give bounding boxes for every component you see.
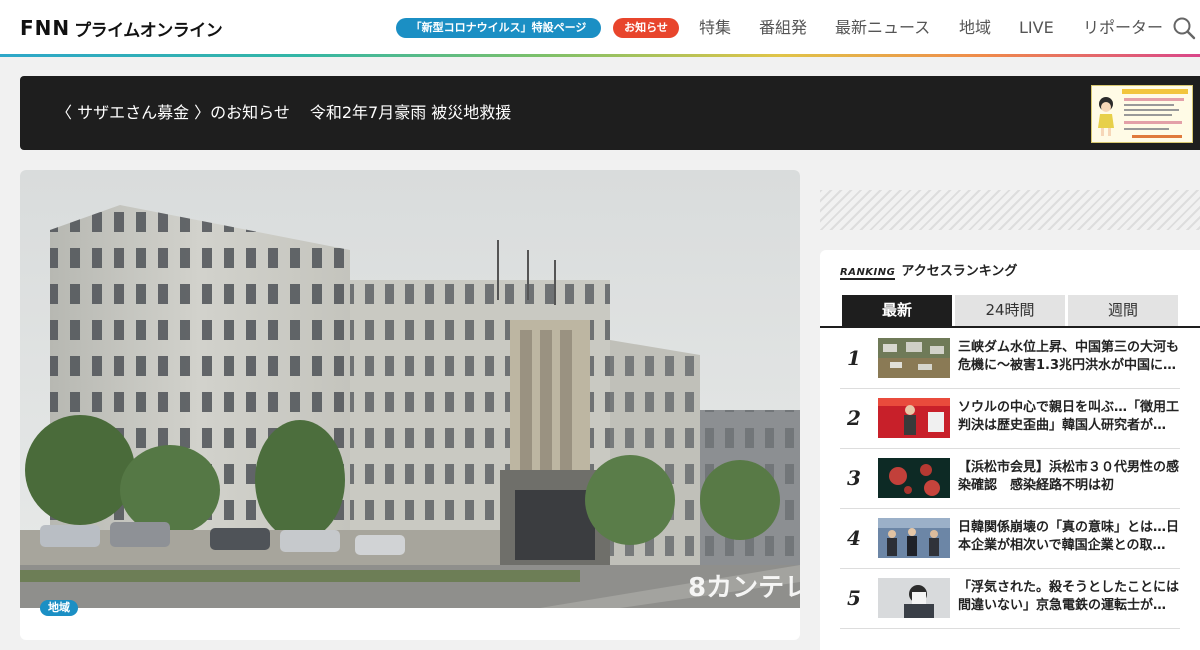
corona-special-page-button[interactable]: 「新型コロナウイルス」特設ページ bbox=[396, 18, 601, 38]
tab-latest[interactable]: 最新 bbox=[842, 295, 952, 326]
ranking-item[interactable]: 5 「浮気された。殺そうとしたことには間違いない」京急電鉄の運転士が… bbox=[840, 568, 1180, 629]
ranking-logo: RANKING bbox=[840, 267, 896, 280]
ranking-thumbnail bbox=[878, 398, 950, 438]
banner-title: 〈 サザエさん募金 〉のお知らせ bbox=[56, 103, 290, 122]
rank-number: 4 bbox=[847, 526, 861, 550]
header-color-bar bbox=[0, 54, 1200, 57]
broadcaster-watermark: 8カンテレ bbox=[688, 573, 800, 603]
ranking-item[interactable]: 2 ソウルの中心で親日を叫ぶ…「徴用工判決は歴史歪曲」韓国人研究者が… bbox=[840, 388, 1180, 449]
ranking-item[interactable]: 1 三峡ダム水位上昇、中国第三の大河も危機に～被害1.3兆円洪水が中国に… bbox=[840, 328, 1180, 389]
ranking-item-title: ソウルの中心で親日を叫ぶ…「徴用工判決は歴史歪曲」韓国人研究者が… bbox=[958, 400, 1180, 433]
site-logo[interactable]: FNN プライムオンライン bbox=[20, 16, 223, 41]
nav-live[interactable]: LIVE bbox=[1019, 18, 1054, 38]
ranking-thumbnail bbox=[878, 458, 950, 498]
hero-image: 8カンテレ bbox=[20, 170, 800, 608]
nav-features[interactable]: 特集 bbox=[699, 18, 731, 38]
ranking-thumbnail bbox=[878, 578, 950, 618]
banner-subtitle: 令和2年7月豪雨 被災地救援 bbox=[309, 103, 512, 122]
ranking-thumbnail bbox=[878, 338, 950, 378]
nav-latest-news[interactable]: 最新ニュース bbox=[835, 18, 930, 38]
ranking-thumbnail bbox=[878, 518, 950, 558]
ranking-heading: RANKING アクセスランキング bbox=[840, 264, 1017, 281]
nav-regions[interactable]: 地域 bbox=[959, 18, 991, 38]
ranking-item-title: 【浜松市会見】浜松市３０代男性の感染確認 感染経路不明は初 bbox=[958, 460, 1180, 493]
notice-button[interactable]: お知らせ bbox=[613, 18, 679, 38]
ranking-item-title: 日韓関係崩壊の「真の意味」とは…日本企業が相次いで韓国企業との取… bbox=[958, 520, 1180, 553]
nav-reporters[interactable]: リポーター bbox=[1083, 18, 1163, 38]
main-article-card[interactable]: 8カンテレ 地域 bbox=[20, 170, 800, 640]
ranking-title: アクセスランキング bbox=[901, 264, 1018, 279]
tab-24h[interactable]: 24時間 bbox=[955, 295, 1065, 326]
ad-placeholder bbox=[820, 190, 1200, 230]
logo-subtitle: プライムオンライン bbox=[74, 20, 223, 41]
ranking-item-title: 三峡ダム水位上昇、中国第三の大河も危機に～被害1.3兆円洪水が中国に… bbox=[958, 340, 1180, 373]
rank-number: 1 bbox=[847, 346, 861, 370]
site-header: FNN プライムオンライン 「新型コロナウイルス」特設ページ お知らせ 特集 番… bbox=[0, 0, 1200, 54]
access-ranking-panel: RANKING アクセスランキング 最新 24時間 週間 1 三峡ダム水位上昇、中… bbox=[820, 250, 1200, 650]
ranking-item[interactable]: 4 日韓関係崩壊の「真の意味」とは…日本企業が相次いで韓国企業との取… bbox=[840, 508, 1180, 569]
region-tag[interactable]: 地域 bbox=[40, 600, 78, 616]
rank-number: 2 bbox=[847, 406, 861, 430]
rank-number: 3 bbox=[847, 466, 861, 490]
logo-mark: FNN bbox=[20, 16, 71, 40]
banner-text: 〈 サザエさん募金 〉のお知らせ 令和2年7月豪雨 被災地救援 bbox=[56, 102, 511, 124]
ranking-item-title: 「浮気された。殺そうとしたことには間違いない」京急電鉄の運転士が… bbox=[958, 580, 1180, 613]
search-icon[interactable] bbox=[1172, 16, 1196, 40]
tab-weekly[interactable]: 週間 bbox=[1068, 295, 1178, 326]
sazae-fund-banner[interactable]: 〈 サザエさん募金 〉のお知らせ 令和2年7月豪雨 被災地救援 bbox=[20, 76, 1200, 150]
banner-thumbnail bbox=[1091, 85, 1193, 143]
nav-programs[interactable]: 番組発 bbox=[759, 18, 807, 38]
ranking-item[interactable]: 3 【浜松市会見】浜松市３０代男性の感染確認 感染経路不明は初 bbox=[840, 448, 1180, 509]
rank-number: 5 bbox=[847, 586, 861, 610]
